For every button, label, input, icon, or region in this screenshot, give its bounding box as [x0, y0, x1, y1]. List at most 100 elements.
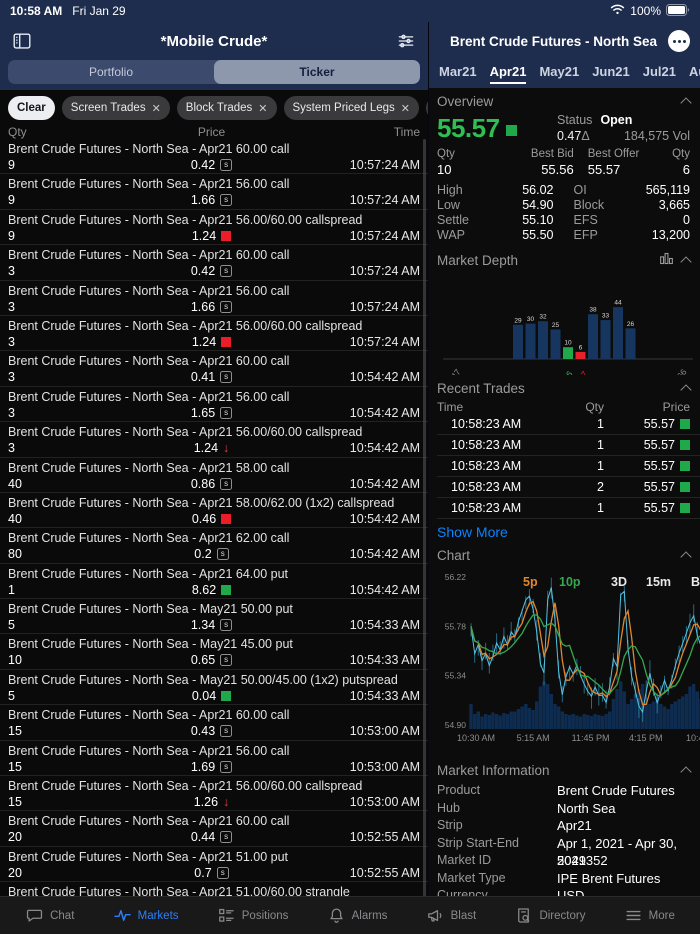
filter-chip-label: Block Trades — [185, 102, 253, 114]
tab-bar-label: Directory — [539, 909, 586, 922]
overview-section-header[interactable]: Overview — [437, 88, 700, 113]
recent-trade-row[interactable]: 10:58:23 AM 1 55.57 — [437, 456, 700, 477]
more-options-icon[interactable] — [668, 30, 690, 52]
chart-section-header[interactable]: Chart — [437, 542, 700, 567]
tab-bar-item-more[interactable]: More — [624, 906, 675, 925]
app-screen: 10:58 AM Fri Jan 29 100% *Mobile Crude* … — [0, 0, 700, 934]
table-row[interactable]: Brent Crude Futures - North Sea - Apr21 … — [0, 210, 428, 246]
trades-col-header: Price — [662, 400, 690, 414]
table-row[interactable]: Brent Crude Futures - North Sea - May21 … — [0, 634, 428, 670]
filter-chip-label: System Priced Legs — [292, 102, 395, 114]
svg-text:5:15 AM: 5:15 AM — [517, 733, 550, 743]
filter-chip[interactable]: Screen Trades ✕ — [61, 96, 170, 120]
table-row[interactable]: Brent Crude Futures - North Sea - Apr21 … — [0, 564, 428, 600]
table-row[interactable]: Brent Crude Futures - North Sea - Apr21 … — [0, 387, 428, 423]
depth-bars: 293032251063833442655.4755.5655.5755.66 — [442, 300, 693, 392]
trade-qty: 15 — [8, 795, 22, 810]
screen-trade-marker: s — [220, 406, 233, 419]
trade-qty: 40 — [8, 511, 22, 526]
month-tab-apr21[interactable]: Apr21 — [489, 64, 527, 84]
bar-chart-icon[interactable] — [659, 251, 674, 269]
tab-bar-item-positions[interactable]: Positions — [217, 906, 288, 925]
table-row[interactable]: Brent Crude Futures - North Sea - Apr21 … — [0, 422, 428, 458]
month-tab-aug21[interactable]: Aug21 — [689, 64, 700, 84]
table-row[interactable]: Brent Crude Futures - North Sea - Apr21 … — [0, 776, 428, 812]
table-row[interactable]: Brent Crude Futures - North Sea - Apr21 … — [0, 811, 428, 847]
market-depth-section-header[interactable]: Market Depth — [437, 245, 700, 273]
table-row[interactable]: Brent Crude Futures - North Sea - Apr21 … — [0, 351, 428, 387]
recent-trades-heading: Recent Trades — [437, 381, 525, 396]
chart-control-5p[interactable]: 5p — [523, 575, 538, 589]
table-row[interactable]: Brent Crude Futures - North Sea - Apr21 … — [0, 316, 428, 352]
table-row[interactable]: Brent Crude Futures - North Sea - Apr21 … — [0, 174, 428, 210]
filter-chip[interactable]: Options✕ — [425, 96, 428, 120]
alarms-icon — [327, 906, 346, 925]
markets-icon — [113, 906, 132, 925]
chart-control-15m[interactable]: 15m — [646, 575, 671, 589]
chart-control-10p[interactable]: 10p — [559, 575, 581, 589]
chart-control-b[interactable]: B — [691, 575, 700, 589]
chip-close-icon[interactable]: ✕ — [152, 102, 161, 115]
month-tab-jun21[interactable]: Jun21 — [592, 64, 630, 84]
market-info-label: Product — [437, 783, 481, 797]
segment-ticker[interactable]: Ticker — [214, 60, 420, 84]
table-row[interactable]: Brent Crude Futures - North Sea - Apr21 … — [0, 847, 428, 883]
chevron-up-icon — [680, 766, 692, 778]
table-row[interactable]: Brent Crude Futures - North Sea - Apr21 … — [0, 528, 428, 564]
book-col-header: Qty — [437, 148, 455, 160]
market-info-value: Brent Crude Futures — [557, 783, 675, 798]
trade-qty: 80 — [8, 547, 22, 562]
svg-text:55.66: 55.66 — [668, 367, 689, 375]
month-tab-may21[interactable]: May21 — [539, 64, 579, 84]
market-info-label: Market ID — [437, 853, 492, 867]
stat-row: OI 565,119 — [574, 183, 691, 198]
show-more-link[interactable]: Show More — [437, 519, 700, 542]
table-row[interactable]: Brent Crude Futures - North Sea - Apr21 … — [0, 245, 428, 281]
stat-row: WAP 55.50 — [437, 228, 554, 243]
sidebar-toggle-icon[interactable] — [10, 29, 34, 53]
trade-price: 1.24 — [191, 228, 217, 243]
uptick-square-icon — [221, 690, 232, 701]
table-row[interactable]: Brent Crude Futures - North Sea - Apr21 … — [0, 458, 428, 493]
chart-control-3d[interactable]: 3D — [611, 575, 627, 589]
tab-bar-item-blast[interactable]: Blast — [426, 906, 476, 925]
chip-close-icon[interactable]: ✕ — [401, 102, 410, 115]
segment-portfolio[interactable]: Portfolio — [8, 60, 214, 84]
table-row[interactable]: Brent Crude Futures - North Sea - Apr21 … — [0, 139, 428, 175]
trade-price-group: 8.62 — [98, 582, 325, 598]
market-information-section-header[interactable]: Market Information — [437, 757, 700, 782]
recent-trade-row[interactable]: 10:58:23 AM 1 55.57 — [437, 435, 700, 456]
filter-chip[interactable]: System Priced Legs ✕ — [283, 96, 419, 120]
table-row[interactable]: Brent Crude Futures - North Sea - Apr21 … — [0, 741, 428, 777]
instrument-name: Brent Crude Futures - North Sea - Apr21 … — [8, 779, 363, 794]
filter-settings-icon[interactable] — [394, 29, 418, 53]
tab-bar-item-directory[interactable]: Directory — [514, 906, 585, 925]
clear-filters-button[interactable]: Clear — [8, 96, 55, 120]
table-row[interactable]: Brent Crude Futures - North Sea - Apr21 … — [0, 493, 428, 529]
recent-trade-row[interactable]: 10:58:23 AM 1 55.57 — [437, 414, 700, 435]
tab-bar-item-markets[interactable]: Markets — [113, 906, 179, 925]
scroll-indicator[interactable] — [423, 139, 426, 919]
trade-price-group: 1.24 — [98, 334, 325, 350]
table-row[interactable]: Brent Crude Futures - North Sea - Apr21 … — [0, 705, 428, 741]
market-info-label: Hub — [437, 800, 460, 815]
recent-trades-section-header[interactable]: Recent Trades — [437, 375, 700, 400]
down-arrow-icon: ↓ — [223, 795, 230, 810]
table-row[interactable]: Brent Crude Futures - North Sea - Apr21 … — [0, 281, 428, 316]
recent-trade-qty: 1 — [597, 438, 604, 452]
bottom-tab-bar: Chat Markets Positions Alarms Blast Directory… — [0, 896, 700, 934]
table-row[interactable]: Brent Crude Futures - North Sea - May21 … — [0, 599, 428, 635]
uptick-square-icon — [680, 440, 690, 450]
table-row[interactable]: Brent Crude Futures - North Sea - May21 … — [0, 670, 428, 706]
month-tab-jul21[interactable]: Jul21 — [643, 64, 676, 84]
recent-trade-row[interactable]: 10:58:23 AM 1 55.57 — [437, 498, 700, 519]
tab-bar-item-chat[interactable]: Chat — [25, 906, 74, 925]
tab-bar-item-alarms[interactable]: Alarms — [327, 906, 387, 925]
battery-icon — [666, 3, 690, 19]
chip-close-icon[interactable]: ✕ — [258, 102, 267, 115]
recent-trade-row[interactable]: 10:58:23 AM 2 55.57 — [437, 477, 700, 498]
instrument-name: Brent Crude Futures - North Sea - Apr21 … — [8, 814, 290, 829]
month-tab-mar21[interactable]: Mar21 — [439, 64, 477, 84]
filter-chip[interactable]: Block Trades ✕ — [176, 96, 277, 120]
trade-price-group: 0.41 s — [98, 369, 325, 385]
